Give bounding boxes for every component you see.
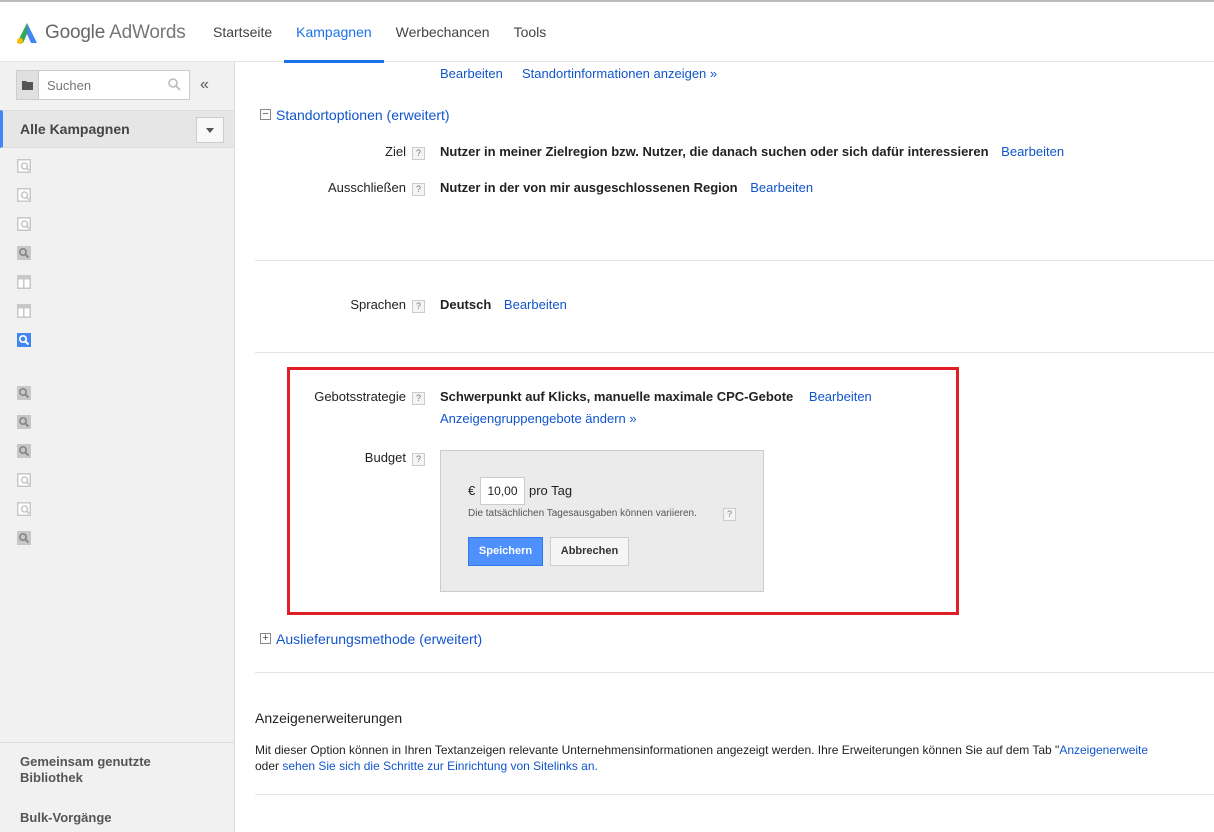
shared-library-link[interactable]: Gemeinsam genutzte Bibliothek bbox=[20, 754, 200, 786]
bidding-strategy-label: Gebotsstrategie bbox=[314, 389, 406, 404]
help-icon[interactable]: ? bbox=[412, 300, 425, 313]
help-icon[interactable]: ? bbox=[723, 508, 736, 521]
collapse-location-options-icon[interactable]: − bbox=[260, 109, 271, 120]
nav-werbechancen[interactable]: Werbechancen bbox=[384, 2, 502, 62]
per-day-label: pro Tag bbox=[529, 483, 573, 498]
languages-label: Sprachen bbox=[350, 297, 406, 312]
ad-extensions-text-2: oder bbox=[255, 759, 283, 773]
adwords-logo[interactable]: Google AdWords bbox=[16, 18, 186, 48]
search-icon[interactable] bbox=[168, 78, 181, 91]
expand-delivery-method-icon[interactable]: + bbox=[260, 633, 271, 644]
section-divider bbox=[255, 260, 1214, 261]
ad-extensions-title: Anzeigenerweiterungen bbox=[255, 710, 403, 726]
budget-amount-input[interactable]: 10,00 bbox=[480, 477, 525, 505]
help-icon[interactable]: ? bbox=[412, 147, 425, 160]
help-icon[interactable]: ? bbox=[412, 183, 425, 196]
search-icon[interactable] bbox=[16, 414, 32, 430]
search-display-icon[interactable] bbox=[16, 472, 32, 488]
target-label: Ziel bbox=[385, 144, 406, 159]
main-nav: Startseite Kampagnen Werbechancen Tools bbox=[201, 2, 559, 63]
logo-brand: Google bbox=[45, 22, 106, 43]
delivery-method-title[interactable]: Auslieferungsmethode (erweitert) bbox=[276, 631, 482, 647]
bulk-operations-link[interactable]: Bulk-Vorgänge bbox=[20, 810, 112, 826]
sidebar-search-row bbox=[16, 70, 190, 100]
location-options-title[interactable]: Standortoptionen (erweitert) bbox=[276, 107, 450, 123]
exclude-value: Nutzer in der von mir ausgeschlossenen R… bbox=[440, 180, 813, 195]
sitelinks-setup-link[interactable]: sehen Sie sich die Schritte zur Einricht… bbox=[282, 759, 598, 773]
save-button[interactable]: Speichern bbox=[468, 537, 543, 566]
search-display-icon[interactable] bbox=[16, 216, 32, 232]
search-display-icon[interactable] bbox=[16, 501, 32, 517]
bidding-strategy-value: Schwerpunkt auf Klicks, manuelle maximal… bbox=[440, 389, 872, 404]
budget-note: Die tatsächlichen Tagesausgaben können v… bbox=[468, 508, 697, 519]
section-divider bbox=[255, 352, 1214, 353]
location-info-link[interactable]: Standortinformationen anzeigen » bbox=[522, 66, 717, 81]
folder-icon bbox=[22, 81, 33, 90]
search-icon[interactable] bbox=[16, 332, 32, 348]
exclude-label: Ausschließen bbox=[327, 180, 406, 195]
bidding-strategy-text: Schwerpunkt auf Klicks, manuelle maximal… bbox=[440, 389, 794, 404]
nav-startseite[interactable]: Startseite bbox=[201, 2, 284, 62]
cancel-button[interactable]: Abbrechen bbox=[550, 537, 629, 566]
budget-label: Budget bbox=[364, 450, 406, 465]
search-icon[interactable] bbox=[16, 443, 32, 459]
all-campaigns-label: Alle Kampagnen bbox=[20, 121, 130, 137]
search-icon[interactable] bbox=[16, 245, 32, 261]
adgroup-bids-link[interactable]: Anzeigengruppengebote ändern » bbox=[440, 411, 637, 426]
section-divider bbox=[255, 672, 1214, 673]
logo-text: Google AdWords bbox=[45, 22, 186, 44]
ad-extensions-text-1: Mit dieser Option können in Ihren Textan… bbox=[255, 743, 1060, 757]
languages-edit-link[interactable]: Bearbeiten bbox=[504, 297, 567, 312]
search-icon[interactable] bbox=[16, 385, 32, 401]
languages-text: Deutsch bbox=[440, 297, 492, 312]
search-icon[interactable] bbox=[16, 530, 32, 546]
exclude-edit-link[interactable]: Bearbeiten bbox=[750, 180, 813, 195]
nav-kampagnen[interactable]: Kampagnen bbox=[284, 2, 384, 63]
search-display-icon[interactable] bbox=[16, 187, 32, 203]
top-bar: Google AdWords Startseite Kampagnen Werb… bbox=[0, 0, 1214, 63]
all-campaigns-item[interactable]: Alle Kampagnen bbox=[0, 110, 234, 148]
folder-button[interactable] bbox=[16, 70, 38, 100]
search-display-icon[interactable] bbox=[16, 158, 32, 174]
search-box bbox=[38, 70, 190, 100]
collapse-sidebar-button[interactable]: « bbox=[200, 76, 209, 94]
all-campaigns-dropdown[interactable] bbox=[196, 117, 224, 143]
help-icon[interactable]: ? bbox=[412, 453, 425, 466]
display-icon[interactable] bbox=[16, 303, 32, 319]
section-divider bbox=[255, 794, 1214, 795]
nav-tools[interactable]: Tools bbox=[502, 2, 559, 62]
display-icon[interactable] bbox=[16, 274, 32, 290]
target-text: Nutzer in meiner Zielregion bzw. Nutzer,… bbox=[440, 144, 989, 159]
help-icon[interactable]: ? bbox=[412, 392, 425, 405]
budget-edit-panel: € 10,00 pro Tag Die tatsächlichen Tagesa… bbox=[440, 450, 764, 592]
search-input[interactable] bbox=[39, 71, 159, 99]
logo-product: AdWords bbox=[109, 22, 186, 43]
ad-extensions-description: Mit dieser Option können in Ihren Textan… bbox=[255, 742, 1214, 774]
main-content: Bearbeiten Standortinformationen anzeige… bbox=[236, 62, 1214, 832]
top-edit-link[interactable]: Bearbeiten bbox=[440, 66, 503, 81]
languages-value: Deutsch Bearbeiten bbox=[440, 297, 567, 312]
chevron-down-icon bbox=[206, 127, 214, 133]
exclude-text: Nutzer in der von mir ausgeschlossenen R… bbox=[440, 180, 738, 195]
sidebar: « Alle Kampagnen Gemeinsam genutzte Bibl… bbox=[0, 62, 235, 832]
target-edit-link[interactable]: Bearbeiten bbox=[1001, 144, 1064, 159]
ad-extensions-tab-link[interactable]: Anzeigenerweite bbox=[1059, 743, 1148, 757]
currency-symbol: € bbox=[468, 483, 476, 498]
target-value: Nutzer in meiner Zielregion bzw. Nutzer,… bbox=[440, 144, 1064, 159]
sidebar-divider bbox=[0, 742, 234, 743]
adwords-logo-icon bbox=[17, 23, 37, 44]
bidding-edit-link[interactable]: Bearbeiten bbox=[809, 389, 872, 404]
